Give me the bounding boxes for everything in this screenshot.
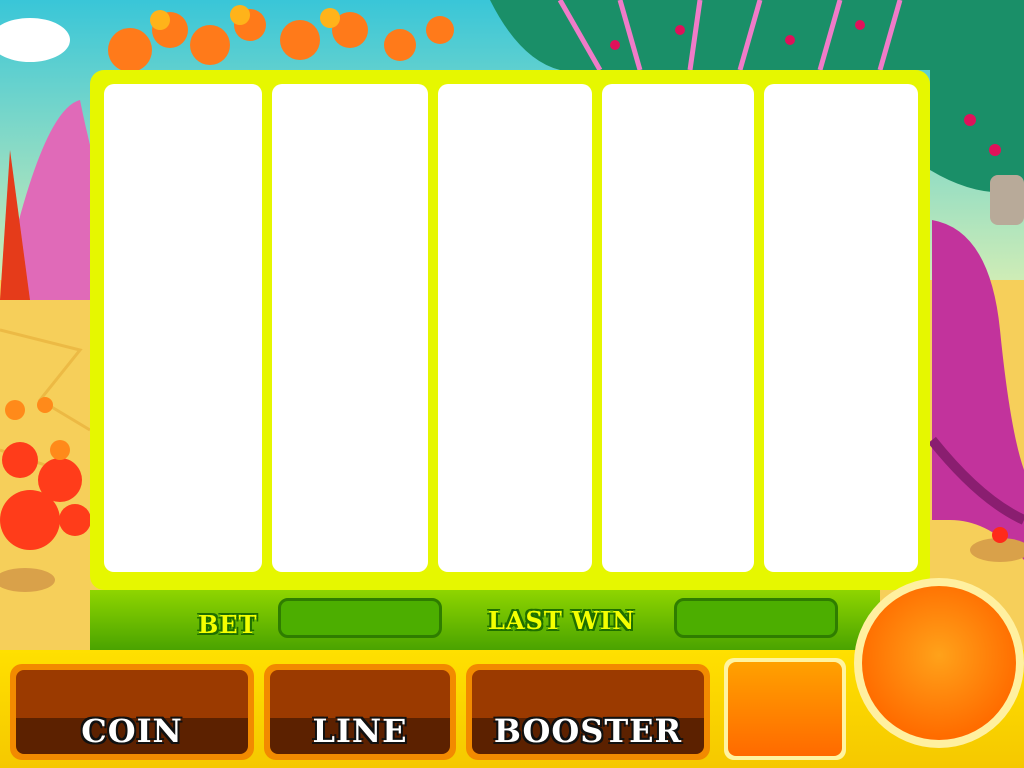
reel-4 <box>602 84 754 572</box>
reel-2 <box>272 84 428 572</box>
bet-label: BET <box>198 610 258 639</box>
spin-button-face <box>862 586 1016 740</box>
reel-5 <box>764 84 918 572</box>
max-bet-button[interactable] <box>724 658 846 760</box>
last-win-label: LAST WIN <box>488 606 636 635</box>
max-bet-button-face <box>728 662 842 756</box>
reel-3 <box>438 84 592 572</box>
booster-button-face: BOOSTER <box>472 670 704 754</box>
booster-button[interactable]: BOOSTER <box>466 664 710 760</box>
coin-button-label: COIN <box>81 712 183 750</box>
spin-button[interactable] <box>854 578 1024 748</box>
line-button-label: LINE <box>312 712 408 750</box>
reels-area <box>104 84 918 572</box>
coin-button[interactable]: COIN <box>10 664 254 760</box>
last-win-value-field <box>674 598 838 638</box>
coin-button-face: COIN <box>16 670 248 754</box>
reel-1 <box>104 84 262 572</box>
booster-button-label: BOOSTER <box>493 712 683 750</box>
line-button[interactable]: LINE <box>264 664 456 760</box>
line-button-face: LINE <box>270 670 450 754</box>
bet-value-field <box>278 598 442 638</box>
